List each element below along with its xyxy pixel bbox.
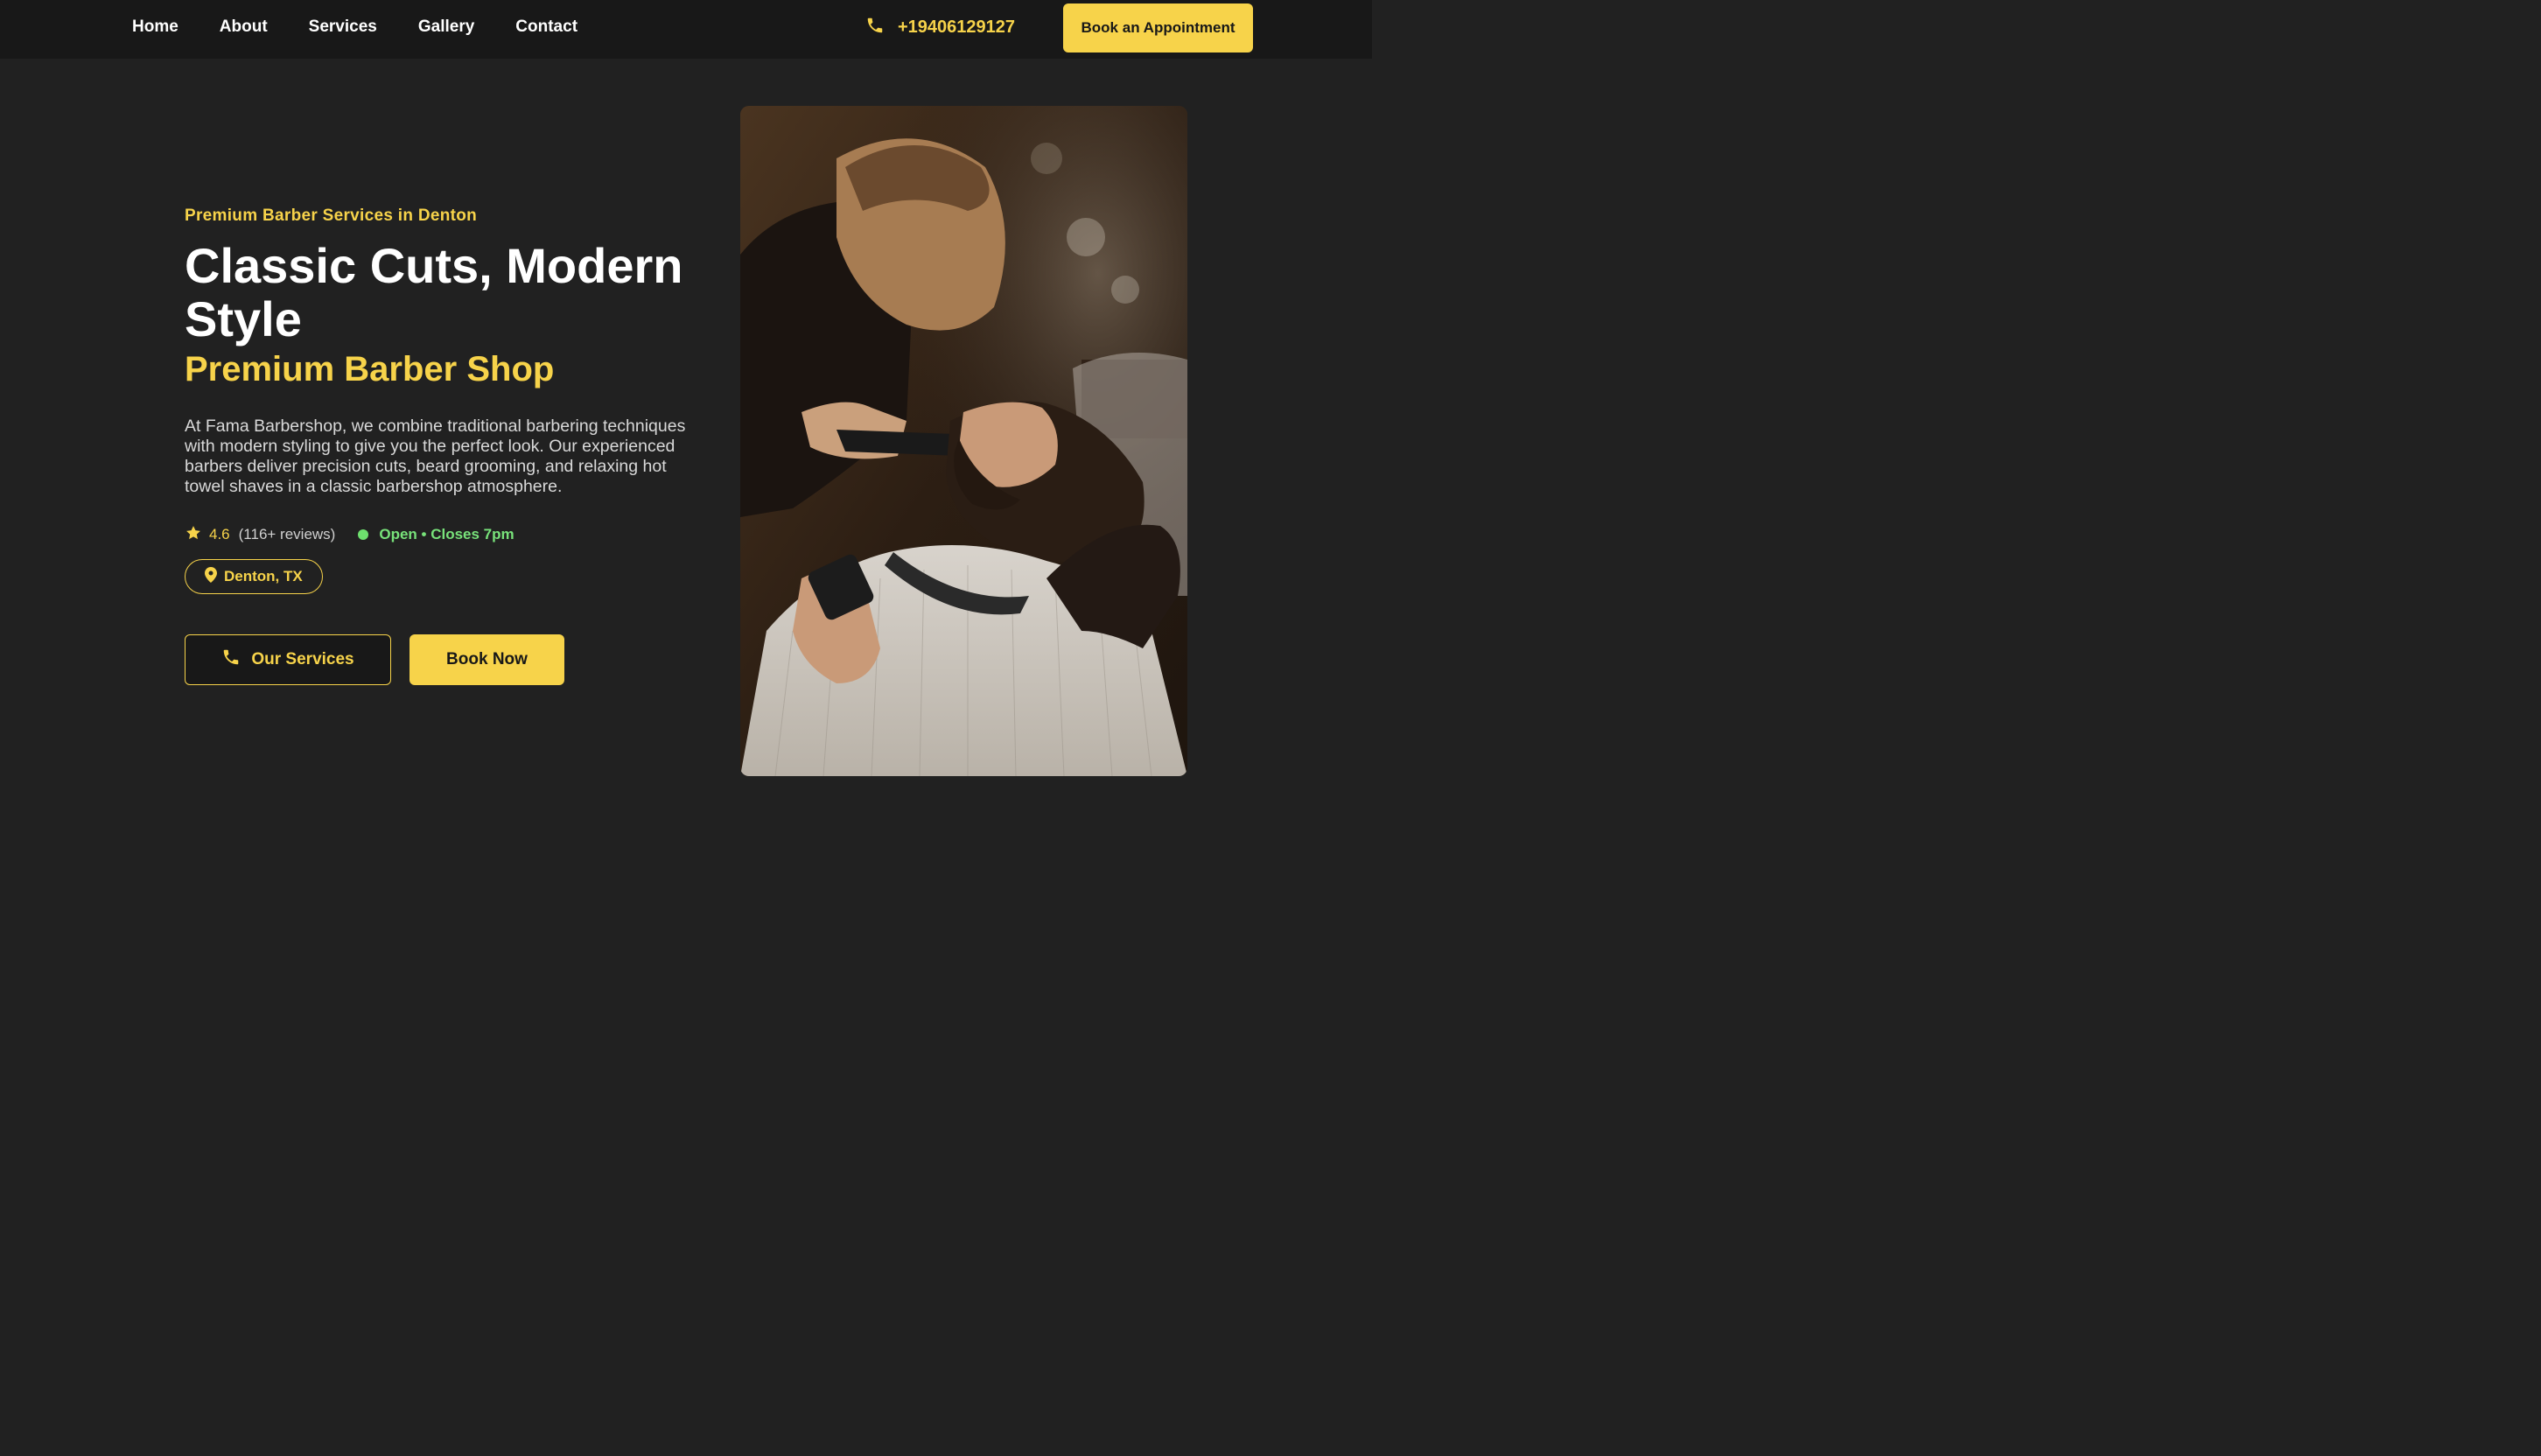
location-badge: Denton, TX bbox=[185, 559, 323, 594]
book-appointment-button[interactable]: Book an Appointment bbox=[1063, 4, 1253, 52]
barber-photo-illustration bbox=[740, 106, 1187, 776]
open-status: Open • Closes 7pm bbox=[379, 526, 514, 542]
cta-row: Our Services Book Now bbox=[185, 634, 710, 685]
book-now-button[interactable]: Book Now bbox=[410, 634, 564, 685]
phone-icon bbox=[865, 16, 885, 39]
our-services-label: Our Services bbox=[251, 650, 354, 668]
nav-link-home[interactable]: Home bbox=[132, 18, 178, 37]
hero-barber-photo bbox=[740, 106, 1187, 776]
map-pin-icon bbox=[205, 566, 217, 587]
hero-description: At Fama Barbershop, we combine tradition… bbox=[185, 416, 686, 496]
nav-link-services[interactable]: Services bbox=[309, 18, 377, 37]
phone-number[interactable]: +19406129127 bbox=[898, 18, 1015, 38]
main-nav: Home About Services Gallery Contact bbox=[132, 0, 578, 54]
nav-link-about[interactable]: About bbox=[220, 18, 268, 37]
status-dot-icon bbox=[358, 529, 369, 540]
hero-content: Premium Barber Services in Denton Classi… bbox=[185, 206, 710, 685]
hero-headline: Classic Cuts, Modern Style bbox=[185, 238, 683, 346]
location-text: Denton, TX bbox=[224, 568, 303, 584]
phone-icon bbox=[221, 648, 241, 672]
star-icon bbox=[185, 524, 202, 546]
rating-value: 4.6 bbox=[209, 526, 230, 542]
our-services-button[interactable]: Our Services bbox=[185, 634, 391, 685]
phone-link[interactable]: +19406129127 bbox=[865, 0, 1015, 54]
navbar: Home About Services Gallery Contact +194… bbox=[0, 0, 1372, 59]
nav-link-contact[interactable]: Contact bbox=[515, 18, 578, 37]
nav-link-gallery[interactable]: Gallery bbox=[418, 18, 474, 37]
hero-subheadline: Premium Barber Shop bbox=[185, 350, 555, 388]
meta-row: 4.6 (116+ reviews) Open • Closes 7pm bbox=[185, 524, 710, 545]
review-count: (116+ reviews) bbox=[238, 526, 336, 542]
hero-eyebrow: Premium Barber Services in Denton bbox=[185, 206, 478, 225]
